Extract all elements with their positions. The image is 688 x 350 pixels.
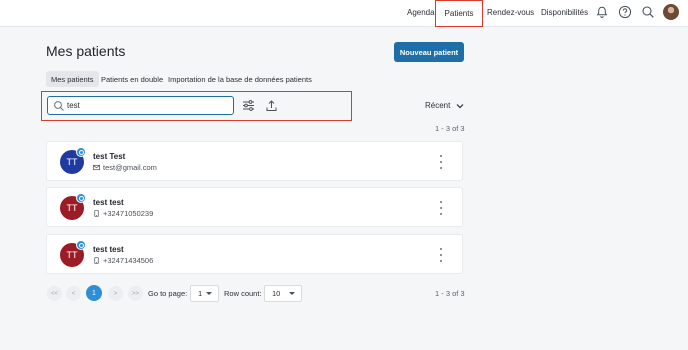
sort-label: Récent [425, 101, 451, 110]
page-title: Mes patients [46, 43, 126, 59]
filter-sliders-icon[interactable] [242, 99, 255, 112]
help-icon[interactable] [618, 5, 632, 19]
search-icon [54, 101, 64, 111]
nav-patients-label: Patients [444, 9, 474, 18]
tab-mes-patients[interactable]: Mes patients [46, 71, 99, 87]
go-to-page-select[interactable]: 1 [190, 285, 219, 302]
first-page-button[interactable]: << [47, 286, 62, 301]
search-field[interactable] [47, 96, 234, 115]
tab-patients-en-double[interactable]: Patients en double [101, 71, 163, 87]
more-options-icon[interactable] [439, 248, 443, 262]
caret-down-icon [289, 292, 295, 295]
row-count-value: 10 [272, 289, 281, 298]
caret-down-icon [206, 292, 212, 295]
patient-contact: +32471434506 [93, 256, 153, 265]
last-page-button[interactable]: >> [128, 286, 143, 301]
nav-agenda[interactable]: Agenda [407, 8, 435, 17]
search-icon[interactable] [641, 5, 655, 19]
patient-name: test test [93, 198, 124, 207]
nav-disponibilites[interactable]: Disponibilités [541, 8, 588, 17]
prev-page-button[interactable]: < [66, 286, 81, 301]
patient-badge-icon [76, 240, 86, 250]
chevron-down-icon [456, 103, 464, 108]
sort-dropdown[interactable]: Récent [425, 101, 464, 110]
patient-card[interactable]: TT test test +32471050239 [46, 187, 463, 227]
search-input[interactable] [67, 99, 227, 112]
top-navbar: Agenda Patients Rendez-vous Disponibilit… [0, 0, 688, 27]
patient-phone: +32471434506 [103, 256, 154, 265]
results-count: 1 - 3 of 3 [435, 124, 465, 133]
results-count-bottom: 1 - 3 of 3 [435, 289, 465, 298]
page-1-button[interactable]: 1 [86, 285, 102, 301]
nav-rendezvous[interactable]: Rendez-vous [487, 8, 534, 17]
more-options-icon[interactable] [439, 201, 443, 215]
patient-contact: test@gmail.com [93, 163, 157, 172]
patient-email: test@gmail.com [103, 163, 157, 172]
patient-card[interactable]: TT test Test test@gmail.com [46, 141, 463, 181]
row-count-label: Row count: [224, 289, 262, 298]
patient-card[interactable]: TT test test +32471434506 [46, 234, 463, 274]
row-count-select[interactable]: 10 [264, 285, 302, 302]
patient-contact: +32471050239 [93, 209, 153, 218]
nav-patients[interactable]: Patients [435, 0, 483, 27]
patient-name: test test [93, 245, 124, 254]
user-avatar[interactable] [663, 4, 679, 20]
new-patient-button[interactable]: Nouveau patient [394, 42, 464, 62]
tab-importation[interactable]: Importation de la base de données patien… [168, 71, 312, 87]
more-options-icon[interactable] [439, 155, 443, 169]
patient-badge-icon [76, 193, 86, 203]
phone-icon [94, 257, 99, 264]
patient-phone: +32471050239 [103, 209, 154, 218]
next-page-button[interactable]: > [108, 286, 123, 301]
upload-icon[interactable] [265, 99, 278, 112]
phone-icon [94, 210, 99, 217]
go-to-page-label: Go to page: [148, 289, 188, 298]
patient-badge-icon [76, 147, 86, 157]
email-icon [93, 164, 100, 171]
patient-name: test Test [93, 152, 126, 161]
go-to-page-value: 1 [198, 289, 203, 298]
bell-icon[interactable] [595, 5, 609, 19]
